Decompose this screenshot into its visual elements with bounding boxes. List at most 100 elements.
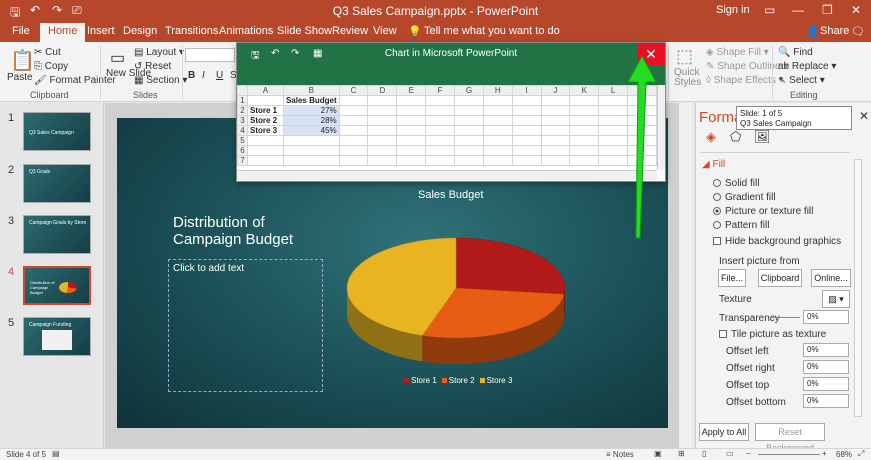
grid-cell[interactable] (569, 105, 600, 116)
grid-cell[interactable] (482, 145, 513, 156)
reset-background-button[interactable]: Reset Background (755, 423, 825, 453)
shape-fill-button[interactable]: ◈ Shape Fill ▾ (706, 47, 769, 58)
grid-cell[interactable] (425, 105, 456, 116)
paste-button[interactable]: Paste (7, 72, 33, 83)
close-window-icon[interactable]: ✕ (851, 3, 861, 17)
fit-slide-icon[interactable]: ⤢ (858, 449, 864, 459)
chart-title[interactable]: Sales Budget (418, 189, 483, 201)
grid-cell[interactable] (540, 145, 571, 156)
offset-left-input[interactable]: 0% (803, 343, 849, 357)
grid-cell[interactable] (511, 95, 542, 106)
column-header[interactable]: D (367, 85, 398, 96)
grid-cell[interactable] (569, 115, 600, 126)
grid-cell[interactable]: 28% (282, 115, 340, 126)
grid-cell[interactable] (396, 135, 427, 146)
grid-cell[interactable] (246, 155, 284, 166)
zoom-slider[interactable] (758, 454, 820, 455)
grid-corner[interactable] (237, 85, 248, 96)
tab-design[interactable]: Design (123, 25, 157, 37)
grid-cell[interactable] (511, 115, 542, 126)
row-header[interactable]: 5 (237, 135, 248, 146)
grid-cell[interactable] (511, 125, 542, 136)
grid-cell[interactable] (396, 125, 427, 136)
share-icon[interactable]: 👤 (806, 25, 820, 38)
reading-view-icon[interactable]: ▯ (702, 449, 706, 458)
tab-file[interactable]: File (12, 25, 30, 37)
grid-cell[interactable] (540, 125, 571, 136)
grid-cell[interactable] (425, 125, 456, 136)
slide-thumbnail-5[interactable]: Campaign Funding (23, 317, 91, 356)
italic-button[interactable]: I (202, 70, 205, 81)
comments-icon[interactable]: 🗨 (851, 25, 865, 38)
close-pane-icon[interactable]: ✕ (859, 109, 869, 123)
column-header[interactable]: A (246, 85, 284, 96)
slide-thumbnail-3[interactable]: Campaign Goals by Store (23, 215, 91, 254)
quick-styles-icon[interactable]: ⬚ (676, 46, 693, 67)
reset-button[interactable]: ↺ Reset (134, 61, 171, 72)
column-header[interactable]: E (396, 85, 427, 96)
slide-thumbnail-4[interactable]: Distribution of Campaign Budget (23, 266, 91, 305)
grid-cell[interactable] (425, 155, 456, 166)
tab-transitions[interactable]: Transitions (165, 25, 218, 37)
grid-cell[interactable] (569, 125, 600, 136)
grid-cell[interactable] (396, 145, 427, 156)
new-slide-icon[interactable]: ▭ (110, 48, 125, 68)
grid-cell[interactable] (540, 115, 571, 126)
offset-right-input[interactable]: 0% (803, 360, 849, 374)
bold-button[interactable]: B (188, 70, 195, 81)
tab-review[interactable]: Review (332, 25, 368, 37)
grid-horizontal-scrollbar[interactable] (237, 170, 657, 180)
grid-cell[interactable] (338, 105, 369, 116)
column-header[interactable]: K (569, 85, 600, 96)
gradient-fill-radio[interactable]: Gradient fill (713, 192, 776, 203)
transparency-slider[interactable] (770, 317, 800, 318)
shape-outline-button[interactable]: ✎ Shape Outline ▾ (706, 61, 788, 72)
grid-cell[interactable] (540, 155, 571, 166)
quick-styles-button[interactable]: Quick Styles (674, 68, 704, 88)
grid-cell[interactable] (367, 125, 398, 136)
section-button[interactable]: ▦ Section ▾ (134, 75, 187, 86)
grid-cell[interactable] (338, 145, 369, 156)
row-header[interactable]: 3 (237, 115, 248, 126)
slide-sorter-icon[interactable]: ⊞ (678, 449, 685, 458)
file-button[interactable]: File... (718, 269, 746, 287)
grid-cell[interactable] (246, 95, 284, 106)
grid-cell[interactable] (396, 115, 427, 126)
grid-cell[interactable] (338, 95, 369, 106)
normal-view-icon[interactable]: ▣ (654, 449, 662, 458)
zoom-in-icon[interactable]: + (822, 449, 827, 458)
grid-cell[interactable] (282, 145, 340, 156)
column-header[interactable]: F (425, 85, 456, 96)
clipboard-button[interactable]: Clipboard (758, 269, 802, 287)
grid-cell[interactable] (367, 95, 398, 106)
grid-cell[interactable] (367, 135, 398, 146)
spellcheck-icon[interactable]: ▤ (52, 449, 60, 458)
grid-cell[interactable] (511, 145, 542, 156)
tab-home[interactable]: Home (40, 23, 86, 42)
column-header[interactable]: H (482, 85, 513, 96)
grid-cell[interactable] (338, 155, 369, 166)
row-header[interactable]: 6 (237, 145, 248, 156)
zoom-level[interactable]: 68% (836, 450, 852, 459)
column-header[interactable]: G (454, 85, 484, 96)
column-header[interactable]: I (511, 85, 542, 96)
copy-button[interactable]: ⎘ Copy (34, 61, 68, 72)
grid-cell[interactable] (454, 105, 484, 116)
offset-bottom-input[interactable]: 0% (803, 394, 849, 408)
find-button[interactable]: 🔍 Find (778, 47, 813, 58)
grid-cell[interactable] (482, 125, 513, 136)
grid-cell[interactable] (454, 115, 484, 126)
grid-cell[interactable] (540, 135, 571, 146)
grid-cell[interactable] (367, 115, 398, 126)
grid-cell[interactable] (425, 115, 456, 126)
grid-cell[interactable] (454, 145, 484, 156)
sign-in-link[interactable]: Sign in (716, 4, 750, 16)
solid-fill-radio[interactable]: Solid fill (713, 178, 759, 189)
picture-fill-radio[interactable]: Picture or texture fill (713, 206, 813, 217)
tell-me-box[interactable]: Tell me what you want to do (424, 25, 560, 37)
grid-cell[interactable] (246, 145, 284, 156)
font-name-box[interactable] (185, 48, 235, 62)
grid-cell[interactable] (396, 105, 427, 116)
tab-animations[interactable]: Animations (219, 25, 273, 37)
online-button[interactable]: Online... (811, 269, 851, 287)
